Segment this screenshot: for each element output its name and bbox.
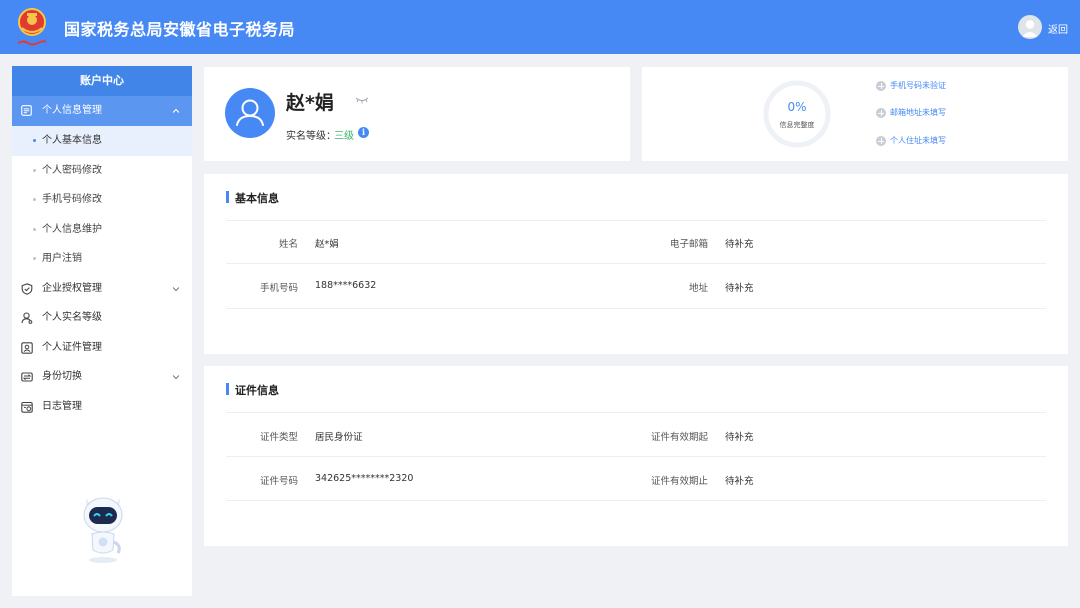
field-value-email: 待补充 <box>725 239 754 250</box>
todo-address-missing[interactable]: 个人住址未填写 <box>876 135 946 147</box>
user-icon <box>1022 20 1038 37</box>
plus-circle-icon <box>876 108 886 118</box>
plus-circle-icon <box>876 136 886 146</box>
sidebar-heading: 账户中心 <box>12 66 192 96</box>
sidebar-item-label: 个人信息维护 <box>42 223 102 235</box>
sidebar-item-enterprise-auth[interactable]: 企业授权管理 <box>12 274 192 304</box>
field-label-cert-type: 证件类型 <box>259 432 298 443</box>
divider <box>226 456 1046 457</box>
sidebar-item-certificate[interactable]: 个人证件管理 <box>12 333 192 363</box>
bullet-dot <box>33 168 36 172</box>
person-icon <box>21 312 33 324</box>
field-label-cert-number: 证件号码 <box>259 476 298 487</box>
tax-emblem-logo <box>17 8 47 46</box>
todo-phone-unverified[interactable]: 手机号码未验证 <box>876 80 946 92</box>
todo-label: 个人住址未填写 <box>890 136 946 145</box>
app-title: 国家税务总局安徽省电子税务局 <box>64 20 296 39</box>
log-icon <box>21 401 33 413</box>
sidebar-item-label: 手机号码修改 <box>42 194 102 205</box>
profile-card: 赵*娟 实名等级： 三级 i <box>204 67 630 161</box>
chevron-down-icon <box>172 286 180 291</box>
sidebar-group-personal-info[interactable]: 个人信息管理 <box>12 96 192 126</box>
field-value-address: 待补充 <box>725 283 754 294</box>
field-label-valid-to: 证件有效期止 <box>650 476 708 487</box>
sidebar-group-label: 个人信息管理 <box>42 105 102 116</box>
id-card-icon <box>21 341 33 354</box>
sidebar-item-password[interactable]: 个人密码修改 <box>12 156 192 186</box>
sidebar-item-info-maintain[interactable]: 个人信息维护 <box>12 215 192 245</box>
real-name-level-label: 实名等级： <box>286 131 336 142</box>
sidebar-item-log[interactable]: 日志管理 <box>12 392 192 422</box>
bullet-dot <box>33 227 36 231</box>
field-value-valid-from: 待补充 <box>725 432 754 443</box>
sidebar-item-basic-info[interactable]: 个人基本信息 <box>12 126 192 156</box>
profile-avatar <box>225 88 275 138</box>
divider <box>226 500 1046 501</box>
divider <box>226 220 1046 221</box>
field-label-address: 地址 <box>688 283 708 294</box>
robot-mascot-icon <box>83 497 123 563</box>
section-title: 证件信息 <box>226 382 279 398</box>
top-bar: 国家税务总局安徽省电子税务局 返回 <box>0 0 1080 54</box>
completeness-card: 0% 信息完整度 手机号码未验证 邮箱地址未填写 个人住址未填写 <box>642 67 1068 161</box>
info-icon[interactable]: i <box>358 127 369 138</box>
basic-info-section: 基本信息 姓名 赵*娟 电子邮箱 待补充 手机号码 188****6632 地址… <box>204 174 1068 354</box>
sidebar-item-deregister[interactable]: 用户注销 <box>12 244 192 274</box>
info-card-icon <box>21 105 32 116</box>
field-label-email: 电子邮箱 <box>669 239 708 250</box>
field-label-phone: 手机号码 <box>259 283 298 294</box>
bullet-dot <box>33 198 36 201</box>
profile-name: 赵*娟 <box>286 92 334 114</box>
field-value-cert-type: 居民身份证 <box>315 432 363 443</box>
field-value-phone: 188****6632 <box>315 280 377 291</box>
eye-closed-icon[interactable] <box>355 96 369 104</box>
sidebar-item-label: 日志管理 <box>42 400 82 412</box>
todo-label: 邮箱地址未填写 <box>890 108 946 117</box>
field-value-cert-number: 342625********2320 <box>315 473 414 484</box>
back-link[interactable]: 返回 <box>1048 21 1068 36</box>
sidebar-item-label: 用户注销 <box>42 253 82 264</box>
user-icon <box>236 99 264 126</box>
field-value-valid-to: 待补充 <box>725 476 754 487</box>
sidebar-item-label: 企业授权管理 <box>42 282 102 294</box>
chevron-up-icon <box>172 108 180 113</box>
section-title: 基本信息 <box>226 190 279 206</box>
divider <box>226 308 1046 309</box>
switch-icon <box>21 372 33 382</box>
completeness-ring <box>763 80 831 148</box>
divider <box>226 412 1046 413</box>
sidebar-item-label: 身份切换 <box>42 371 82 382</box>
field-value-name: 赵*娟 <box>315 239 339 250</box>
sidebar-item-real-name-level[interactable]: 个人实名等级 <box>12 303 192 333</box>
field-label-valid-from: 证件有效期起 <box>650 432 708 443</box>
plus-circle-icon <box>876 81 886 91</box>
certificate-info-section: 证件信息 证件类型 居民身份证 证件有效期起 待补充 证件号码 342625**… <box>204 366 1068 546</box>
divider <box>226 263 1046 264</box>
bullet-dot <box>33 139 36 142</box>
sidebar-item-label: 个人密码修改 <box>42 164 102 176</box>
completeness-percent: 0% <box>787 100 807 114</box>
chevron-down-icon <box>172 375 180 380</box>
sidebar-item-label: 个人基本信息 <box>42 135 102 146</box>
sidebar-item-label: 个人证件管理 <box>42 341 102 353</box>
sidebar-item-phone[interactable]: 手机号码修改 <box>12 185 192 215</box>
sidebar-item-label: 个人实名等级 <box>42 312 102 323</box>
real-name-level-value: 三级 <box>334 131 354 142</box>
sidebar: 账户中心 个人信息管理 个人基本信息 个人密码修改 手机号码修改 个人信息维护 … <box>12 66 192 596</box>
shield-check-icon <box>21 282 33 295</box>
user-avatar[interactable] <box>1018 15 1042 39</box>
completeness-label: 信息完整度 <box>779 121 815 129</box>
field-label-name: 姓名 <box>278 239 298 250</box>
bullet-dot <box>33 257 36 260</box>
todo-label: 手机号码未验证 <box>890 81 946 90</box>
todo-email-missing[interactable]: 邮箱地址未填写 <box>876 107 946 119</box>
sidebar-item-identity-switch[interactable]: 身份切换 <box>12 362 192 392</box>
